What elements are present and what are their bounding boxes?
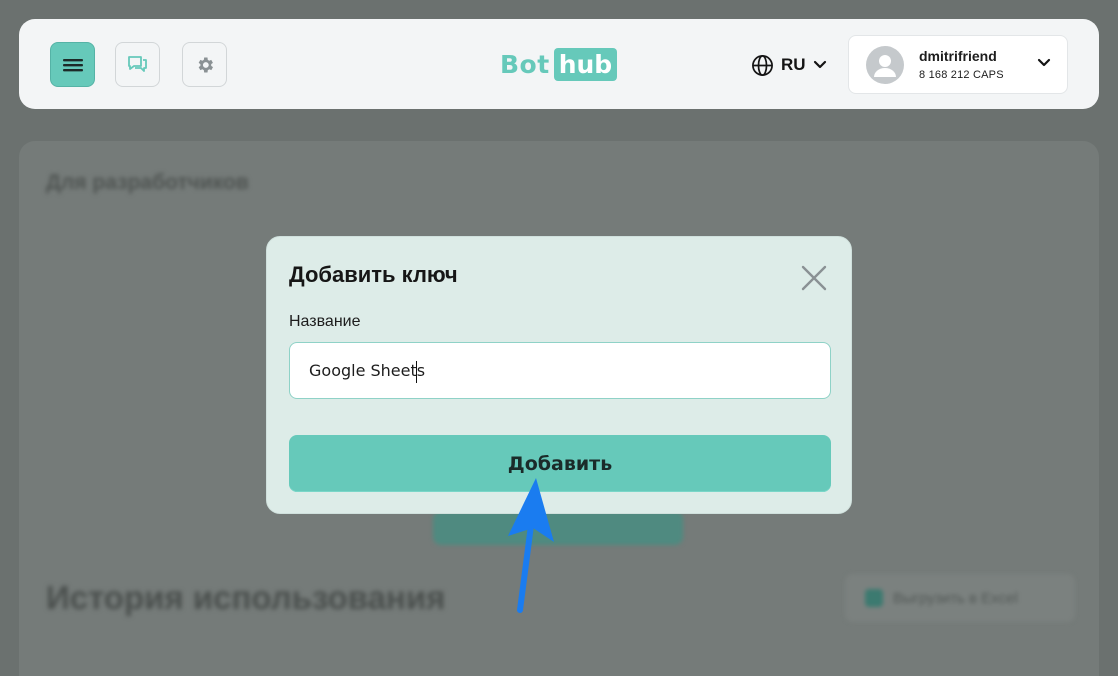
close-button[interactable] — [799, 263, 829, 293]
section-title: Для разработчиков — [46, 171, 249, 194]
excel-icon — [865, 589, 883, 607]
top-header: Bot hub RU dmitrifriend 8 168 212 CAPS — [19, 19, 1099, 109]
hamburger-icon — [62, 58, 83, 71]
text-cursor — [416, 361, 417, 383]
gear-icon — [198, 57, 213, 72]
language-selector[interactable]: RU — [751, 52, 827, 78]
submit-button[interactable]: Добавить — [289, 435, 831, 492]
bothub-logo[interactable]: Bot hub — [500, 47, 618, 81]
chats-button[interactable] — [115, 42, 160, 87]
chat-bubbles-icon — [127, 55, 147, 72]
user-name: dmitrifriend — [919, 48, 997, 64]
language-code: RU — [781, 55, 806, 74]
annotation-arrow-icon — [508, 478, 554, 613]
close-icon — [801, 265, 827, 291]
menu-button[interactable] — [50, 42, 95, 87]
download-excel-button: Выгрузить в Excel — [845, 574, 1075, 622]
download-label: Выгрузить в Excel — [893, 589, 1018, 607]
globe-icon — [752, 54, 773, 76]
user-avatar-icon — [866, 46, 904, 84]
chevron-down-icon — [1037, 58, 1051, 67]
history-title: История использования — [46, 579, 446, 616]
user-balance: 8 168 212 CAPS — [919, 69, 1004, 81]
logo-text-hub: hub — [553, 47, 618, 81]
user-menu[interactable]: dmitrifriend 8 168 212 CAPS — [848, 35, 1068, 94]
settings-button[interactable] — [182, 42, 227, 87]
logo-text-bot: Bot — [500, 49, 550, 79]
name-input[interactable] — [289, 342, 831, 399]
dialog-title: Добавить ключ — [289, 262, 458, 287]
chevron-down-icon — [813, 60, 826, 69]
name-field-label: Название — [289, 313, 361, 330]
